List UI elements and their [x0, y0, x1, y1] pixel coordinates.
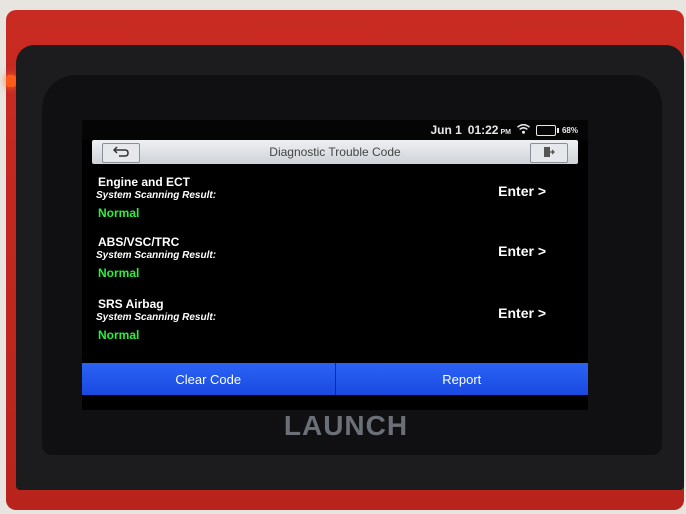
- status-date: Jun 1: [430, 123, 462, 137]
- report-button[interactable]: Report: [335, 363, 588, 395]
- status-bar: Jun 1 01:22 PM 68%: [82, 120, 588, 140]
- clear-code-button[interactable]: Clear Code: [82, 363, 336, 395]
- system-row-engine: Engine and ECT System Scanning Result: N…: [82, 175, 588, 239]
- scan-result-label: System Scanning Result:: [96, 312, 217, 323]
- enter-button-abs[interactable]: Enter >: [498, 243, 546, 259]
- page-title: Diagnostic Trouble Code: [269, 145, 401, 159]
- battery-level: 68%: [561, 125, 578, 135]
- scan-result-status: Normal: [98, 266, 140, 280]
- scan-result-status: Normal: [98, 328, 140, 342]
- exit-button[interactable]: [530, 143, 568, 163]
- exit-icon: [543, 146, 555, 161]
- scan-result-status: Normal: [98, 206, 140, 220]
- enter-button-srs[interactable]: Enter >: [498, 305, 546, 321]
- title-bar: Diagnostic Trouble Code: [92, 140, 578, 164]
- system-row-abs: ABS/VSC/TRC System Scanning Result: Norm…: [82, 235, 588, 299]
- system-name: SRS Airbag: [98, 297, 164, 311]
- enter-button-engine[interactable]: Enter >: [498, 183, 546, 199]
- scan-result-label: System Scanning Result:: [96, 250, 217, 261]
- battery-icon: [535, 124, 559, 136]
- power-led: [6, 75, 16, 87]
- system-name: Engine and ECT: [98, 175, 191, 189]
- scan-result-label: System Scanning Result:: [96, 190, 217, 201]
- system-name: ABS/VSC/TRC: [98, 235, 180, 249]
- brand-logo: LAUNCH: [283, 410, 409, 441]
- system-row-srs: SRS Airbag System Scanning Result: Norma…: [82, 297, 588, 361]
- device-screen: Jun 1 01:22 PM 68% Diagnostic Trouble Cod…: [82, 120, 588, 410]
- status-time: 01:22 PM: [467, 123, 511, 137]
- wifi-icon: [517, 123, 530, 137]
- action-bar: Clear Code Report: [82, 363, 588, 395]
